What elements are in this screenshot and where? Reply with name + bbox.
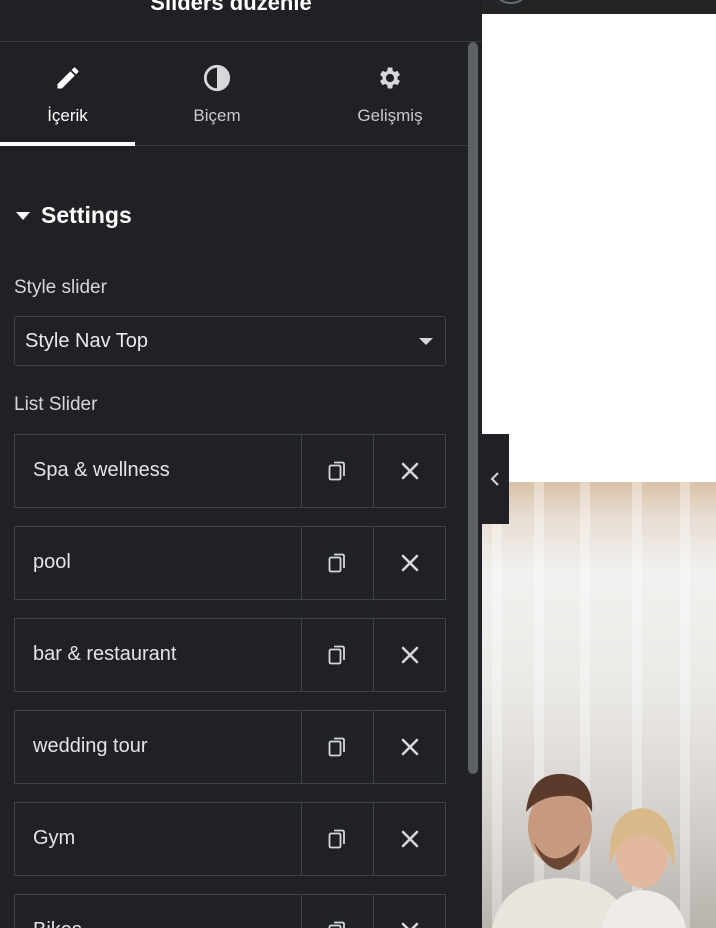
list-item[interactable]: Spa & wellness bbox=[14, 434, 446, 508]
close-icon bbox=[401, 462, 418, 480]
style-slider-value: Style Nav Top bbox=[25, 330, 149, 352]
copy-icon bbox=[328, 737, 345, 757]
remove-button[interactable] bbox=[373, 527, 445, 599]
close-icon bbox=[401, 646, 418, 664]
list-item[interactable]: bar & restaurant bbox=[14, 618, 446, 692]
chevron-down-icon bbox=[419, 338, 433, 345]
close-icon bbox=[401, 554, 418, 572]
remove-button[interactable] bbox=[373, 711, 445, 783]
collapse-panel-button[interactable] bbox=[482, 434, 509, 524]
list-item-title: Bikes bbox=[33, 919, 82, 928]
half-circle-icon bbox=[150, 64, 284, 92]
remove-button[interactable] bbox=[373, 895, 445, 928]
list-item-title: bar & restaurant bbox=[33, 643, 177, 665]
tab-style-label: Biçem bbox=[193, 106, 241, 125]
tab-style[interactable]: Biçem bbox=[150, 42, 284, 145]
duplicate-button[interactable] bbox=[301, 711, 373, 783]
panel-scrollbar[interactable] bbox=[468, 42, 478, 774]
duplicate-button[interactable] bbox=[301, 527, 373, 599]
list-item-title: pool bbox=[33, 551, 71, 573]
chevron-left-icon bbox=[490, 472, 499, 486]
panel-header: Sliders düzenle bbox=[0, 0, 482, 42]
list-item[interactable]: wedding tour bbox=[14, 710, 446, 784]
style-slider-label: Style slider bbox=[14, 277, 107, 298]
close-icon bbox=[401, 738, 418, 756]
list-item[interactable]: pool bbox=[14, 526, 446, 600]
panel-tabs: İçerik Biçem Gelişmiş bbox=[0, 42, 468, 146]
preview-slider-image bbox=[482, 482, 716, 928]
duplicate-button[interactable] bbox=[301, 895, 373, 928]
style-slider-select[interactable]: Style Nav Top bbox=[14, 316, 446, 366]
copy-icon bbox=[328, 921, 345, 928]
remove-button[interactable] bbox=[373, 619, 445, 691]
list-item-title: Spa & wellness bbox=[33, 459, 170, 481]
panel-title: Sliders düzenle bbox=[150, 0, 312, 15]
list-item[interactable]: Bikes bbox=[14, 894, 446, 928]
remove-button[interactable] bbox=[373, 435, 445, 507]
duplicate-button[interactable] bbox=[301, 619, 373, 691]
caret-down-icon bbox=[16, 212, 30, 220]
remove-button[interactable] bbox=[373, 803, 445, 875]
tab-advanced[interactable]: Gelişmiş bbox=[312, 42, 468, 145]
duplicate-button[interactable] bbox=[301, 803, 373, 875]
list-item[interactable]: Gym bbox=[14, 802, 446, 876]
list-item-title: wedding tour bbox=[33, 735, 148, 757]
tab-content-label: İçerik bbox=[47, 106, 88, 125]
pencil-icon bbox=[0, 64, 135, 92]
duplicate-button[interactable] bbox=[301, 435, 373, 507]
close-icon bbox=[401, 830, 418, 848]
gear-icon bbox=[312, 64, 468, 92]
preview-canvas bbox=[482, 14, 716, 482]
settings-section-title: Settings bbox=[41, 202, 132, 228]
list-item-title: Gym bbox=[33, 827, 76, 849]
close-icon bbox=[401, 922, 418, 928]
tab-content[interactable]: İçerik bbox=[0, 42, 135, 146]
copy-icon bbox=[328, 829, 345, 849]
list-slider-label: List Slider bbox=[14, 394, 98, 415]
copy-icon bbox=[328, 553, 345, 573]
couple-photo-icon bbox=[492, 773, 686, 928]
copy-icon bbox=[328, 645, 345, 665]
tab-advanced-label: Gelişmiş bbox=[357, 106, 423, 125]
copy-icon bbox=[328, 461, 345, 481]
editor-panel: Sliders düzenle İçerik Biçem Gelişmiş Se… bbox=[0, 0, 482, 928]
